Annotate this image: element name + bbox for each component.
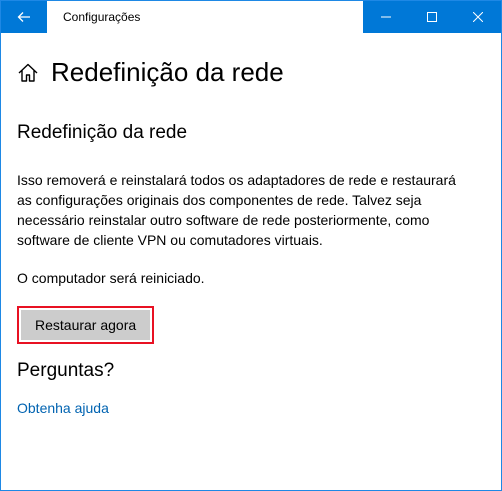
close-button[interactable] [455, 1, 501, 33]
minimize-icon [381, 16, 391, 18]
get-help-link[interactable]: Obtenha ajuda [17, 400, 485, 416]
window-controls [363, 1, 501, 33]
back-arrow-icon [17, 12, 30, 22]
window-title: Configurações [63, 10, 141, 24]
home-icon[interactable] [17, 62, 39, 84]
settings-window: Configurações Redefinição da rede Redefi… [0, 0, 502, 491]
minimize-button[interactable] [363, 1, 409, 33]
close-icon [473, 12, 483, 22]
maximize-button[interactable] [409, 1, 455, 33]
questions-heading: Perguntas? [17, 360, 115, 381]
section-title: Redefinição da rede [17, 122, 188, 143]
restart-note: O computador será reiniciado. [17, 270, 205, 286]
description-text: Isso removerá e reinstalará todos os ada… [17, 172, 456, 248]
reset-button-highlight: Restaurar agora [17, 306, 155, 344]
main-content: Redefinição da rede Redefinição da rede … [17, 49, 485, 416]
page-header: Redefinição da rede [17, 57, 485, 88]
back-button[interactable] [1, 1, 47, 33]
page-title: Redefinição da rede [51, 57, 284, 87]
title-bar: Configurações [1, 1, 501, 33]
reset-now-button[interactable]: Restaurar agora [21, 310, 151, 340]
maximize-icon [427, 12, 437, 22]
